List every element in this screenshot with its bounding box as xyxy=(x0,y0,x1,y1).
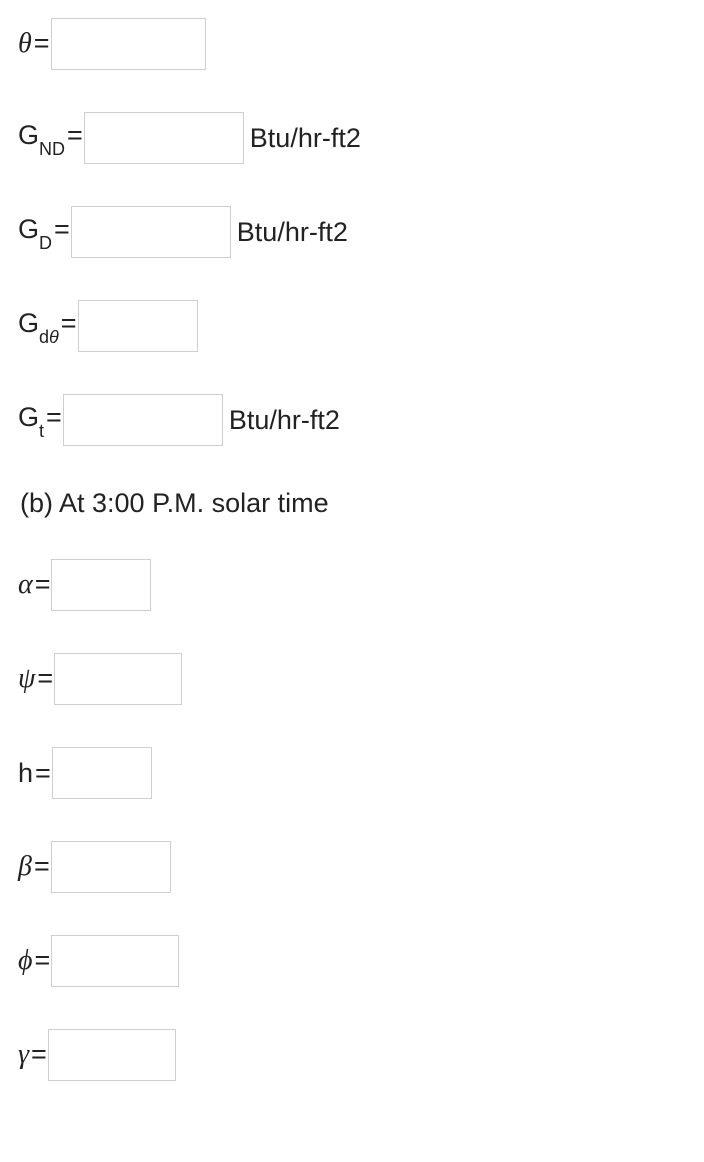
input-gt[interactable] xyxy=(63,394,223,446)
row-gamma: γ= xyxy=(18,1029,686,1081)
label-phi: ϕ= xyxy=(18,945,51,977)
label-gt: Gt= xyxy=(18,402,63,437)
label-psi: ψ= xyxy=(18,663,54,695)
input-gd[interactable] xyxy=(71,206,231,258)
unit-gnd: Btu/hr-ft2 xyxy=(250,123,361,154)
row-psi: ψ= xyxy=(18,653,686,705)
input-gamma[interactable] xyxy=(48,1029,176,1081)
input-beta[interactable] xyxy=(51,841,171,893)
row-gd: GD= Btu/hr-ft2 xyxy=(18,206,686,258)
label-gd: GD= xyxy=(18,214,71,249)
input-gnd[interactable] xyxy=(84,112,244,164)
label-gamma: γ= xyxy=(18,1039,48,1071)
row-beta: β= xyxy=(18,841,686,893)
heading-part-b: (b) At 3:00 P.M. solar time xyxy=(20,488,686,519)
row-theta: θ= xyxy=(18,18,686,70)
unit-gd: Btu/hr-ft2 xyxy=(237,217,348,248)
input-alpha[interactable] xyxy=(51,559,151,611)
unit-gt: Btu/hr-ft2 xyxy=(229,405,340,436)
row-gdtheta: Gdθ= xyxy=(18,300,686,352)
row-alpha: α= xyxy=(18,559,686,611)
label-gdtheta: Gdθ= xyxy=(18,308,78,343)
row-gnd: GND= Btu/hr-ft2 xyxy=(18,112,686,164)
row-phi: ϕ= xyxy=(18,935,686,987)
row-h: h= xyxy=(18,747,686,799)
label-h: h= xyxy=(18,758,52,789)
input-phi[interactable] xyxy=(51,935,179,987)
label-alpha: α= xyxy=(18,569,51,601)
row-gt: Gt= Btu/hr-ft2 xyxy=(18,394,686,446)
input-theta[interactable] xyxy=(51,18,206,70)
label-gnd: GND= xyxy=(18,120,84,155)
input-psi[interactable] xyxy=(54,653,182,705)
label-theta: θ= xyxy=(18,28,51,60)
input-h[interactable] xyxy=(52,747,152,799)
label-beta: β= xyxy=(18,851,51,883)
input-gdtheta[interactable] xyxy=(78,300,198,352)
